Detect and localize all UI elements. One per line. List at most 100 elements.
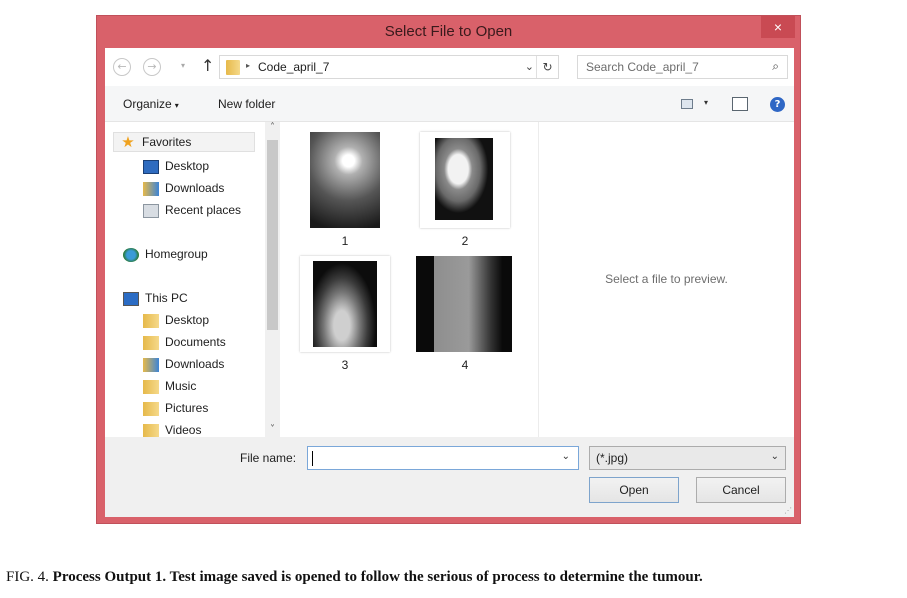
recent-places-icon bbox=[143, 203, 159, 218]
sidebar-item-label: Favorites bbox=[142, 135, 192, 149]
figure-caption-text: Process Output 1. Test image saved is op… bbox=[52, 569, 703, 585]
downloads-folder-icon bbox=[143, 357, 159, 372]
sidebar-item-label: Pictures bbox=[165, 401, 209, 415]
videos-folder-icon bbox=[143, 423, 159, 437]
sidebar-item-label: Recent places bbox=[165, 203, 242, 217]
scroll-down-icon[interactable]: ˅ bbox=[265, 424, 280, 435]
navigation-pane: ★ Favorites Desktop Downloads Recent plac… bbox=[105, 122, 265, 437]
sidebar-item-label: Downloads bbox=[165, 181, 225, 195]
dialog-title: Select File to Open bbox=[384, 23, 513, 40]
sidebar-item-videos[interactable]: Videos bbox=[143, 420, 201, 437]
mammogram-image bbox=[435, 138, 493, 220]
sidebar-item-label: Videos bbox=[165, 423, 202, 437]
resize-grip-icon[interactable]: ⋰ bbox=[784, 506, 792, 515]
sidebar-item-label: This PC bbox=[145, 291, 188, 305]
open-button[interactable]: Open bbox=[589, 477, 679, 503]
view-options-dropdown[interactable]: ▾ bbox=[704, 98, 708, 107]
back-button[interactable]: ← bbox=[113, 58, 131, 76]
sidebar-item-label: Desktop bbox=[165, 159, 210, 173]
file-name-label: 3 bbox=[341, 358, 349, 372]
file-name-dropdown-icon[interactable]: ⌄ bbox=[562, 451, 570, 462]
mammogram-image bbox=[310, 132, 380, 228]
forward-button[interactable]: → bbox=[143, 58, 161, 76]
sidebar-item-pictures[interactable]: Pictures bbox=[143, 398, 208, 418]
new-folder-button[interactable]: New folder bbox=[218, 97, 275, 111]
organize-button[interactable]: Organize ▾ bbox=[123, 97, 179, 111]
sidebar-item-music[interactable]: Music bbox=[143, 376, 196, 396]
sidebar-item-label: Music bbox=[165, 379, 197, 393]
homegroup-icon bbox=[123, 247, 139, 262]
sidebar-item-label: Desktop bbox=[165, 313, 210, 327]
documents-folder-icon bbox=[143, 335, 159, 350]
file-item[interactable]: 3 bbox=[300, 256, 390, 372]
file-type-select[interactable]: (*.jpg) ⌄ bbox=[589, 446, 786, 470]
address-bar[interactable]: ▸ Code_april_7 ⌄ ↻ bbox=[219, 55, 559, 79]
preview-pane-toggle-icon[interactable] bbox=[732, 97, 748, 111]
preview-message: Select a file to preview. bbox=[605, 272, 728, 286]
breadcrumb-arrow-icon[interactable]: ▸ bbox=[246, 61, 250, 70]
sidebar-item-downloads[interactable]: Downloads bbox=[143, 178, 224, 198]
title-bar[interactable]: Select File to Open × bbox=[97, 16, 800, 48]
navigation-pane-scrollbar[interactable]: ˄ ˅ bbox=[265, 122, 280, 437]
star-icon: ★ bbox=[121, 133, 135, 151]
file-item[interactable]: 4 bbox=[416, 256, 512, 372]
file-name-label: 2 bbox=[461, 234, 469, 248]
file-type-value: (*.jpg) bbox=[596, 451, 629, 465]
close-button[interactable]: × bbox=[761, 16, 795, 38]
file-name-label: File name: bbox=[240, 451, 297, 465]
file-item[interactable]: 2 bbox=[420, 132, 510, 248]
sidebar-item-documents[interactable]: Documents bbox=[143, 332, 226, 352]
file-open-dialog: Select File to Open × ← → ▾ ↑ ▸ Code_apr… bbox=[96, 15, 801, 524]
file-thumbnail bbox=[300, 256, 390, 352]
figure-caption-prefix: FIG. 4. bbox=[6, 569, 53, 585]
folder-icon bbox=[226, 60, 240, 75]
sidebar-item-recent-places[interactable]: Recent places bbox=[143, 200, 241, 220]
breadcrumb-current-folder[interactable]: Code_april_7 bbox=[258, 60, 329, 74]
file-thumbnail bbox=[420, 132, 510, 228]
organize-caret-icon: ▾ bbox=[174, 101, 179, 110]
file-thumbnail bbox=[300, 132, 390, 228]
file-thumbnail bbox=[416, 256, 512, 352]
sidebar-item-this-pc[interactable]: This PC bbox=[123, 288, 188, 308]
text-cursor bbox=[312, 451, 313, 466]
recent-locations-dropdown[interactable]: ▾ bbox=[181, 61, 185, 70]
desktop-folder-icon bbox=[143, 313, 159, 328]
pictures-folder-icon bbox=[143, 401, 159, 416]
search-icon[interactable]: ⌕ bbox=[772, 59, 779, 74]
organize-label: Organize bbox=[123, 97, 172, 111]
sidebar-item-homegroup[interactable]: Homegroup bbox=[123, 244, 208, 264]
file-type-dropdown-icon: ⌄ bbox=[770, 451, 779, 462]
sidebar-item-label: Documents bbox=[165, 335, 226, 349]
mammogram-image bbox=[416, 256, 512, 352]
file-name-input[interactable]: ⌄ bbox=[307, 446, 579, 470]
file-name-label: 1 bbox=[341, 234, 349, 248]
file-item[interactable]: 1 bbox=[300, 132, 390, 248]
sidebar-item-pc-downloads[interactable]: Downloads bbox=[143, 354, 224, 374]
scroll-up-icon[interactable]: ˄ bbox=[265, 122, 280, 133]
sidebar-item-favorites[interactable]: ★ Favorites bbox=[113, 132, 255, 152]
file-list: 1 2 3 4 bbox=[280, 122, 538, 437]
search-placeholder: Search Code_april_7 bbox=[586, 60, 699, 74]
mammogram-image bbox=[313, 261, 377, 347]
cancel-button[interactable]: Cancel bbox=[696, 477, 786, 503]
search-input[interactable]: Search Code_april_7 ⌕ bbox=[577, 55, 788, 79]
sidebar-item-label: Homegroup bbox=[145, 247, 208, 261]
address-dropdown-icon[interactable]: ⌄ bbox=[525, 60, 534, 73]
dialog-footer: File name: ⌄ (*.jpg) ⌄ Open Cancel ⋰ bbox=[105, 437, 794, 517]
sidebar-item-pc-desktop[interactable]: Desktop bbox=[143, 310, 209, 330]
figure-caption: FIG. 4. Process Output 1. Test image sav… bbox=[6, 569, 906, 586]
command-toolbar: Organize ▾ New folder ▾ ? bbox=[105, 86, 794, 122]
dialog-body: ← → ▾ ↑ ▸ Code_april_7 ⌄ ↻ Search Code_a… bbox=[105, 48, 794, 517]
sidebar-item-label: Downloads bbox=[165, 357, 225, 371]
music-folder-icon bbox=[143, 379, 159, 394]
file-name-label: 4 bbox=[461, 358, 469, 372]
up-button[interactable]: ↑ bbox=[201, 56, 214, 75]
scrollbar-thumb[interactable] bbox=[267, 140, 278, 330]
preview-pane: Select a file to preview. bbox=[538, 122, 794, 437]
help-icon[interactable]: ? bbox=[770, 97, 785, 112]
sidebar-item-desktop[interactable]: Desktop bbox=[143, 156, 209, 176]
refresh-button[interactable]: ↻ bbox=[536, 56, 558, 78]
change-view-icon[interactable] bbox=[681, 99, 693, 109]
computer-icon bbox=[123, 291, 139, 306]
downloads-icon bbox=[143, 181, 159, 196]
